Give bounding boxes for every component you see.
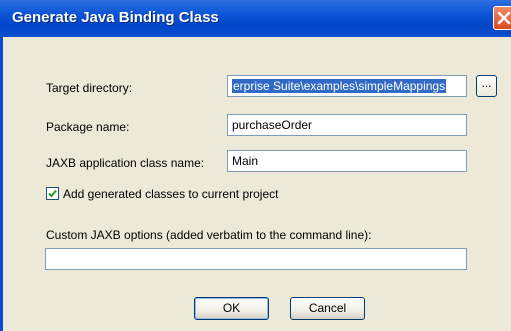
target-directory-value: erprise Suite\examples\simpleMappings xyxy=(232,79,447,93)
jaxb-class-label: JAXB application class name: xyxy=(46,156,205,170)
custom-options-field[interactable] xyxy=(45,248,467,270)
add-generated-checkbox[interactable] xyxy=(46,187,59,200)
window-border xyxy=(0,37,3,331)
package-name-label: Package name: xyxy=(46,120,130,134)
browse-button[interactable]: ... xyxy=(476,75,497,97)
package-name-value: purchaseOrder xyxy=(232,118,313,132)
cancel-button[interactable]: Cancel xyxy=(290,297,365,320)
target-directory-field[interactable]: erprise Suite\examples\simpleMappings xyxy=(227,75,467,97)
jaxb-class-value: Main xyxy=(232,154,259,168)
target-directory-label: Target directory: xyxy=(46,81,133,95)
checkmark-icon xyxy=(48,189,57,198)
add-generated-label[interactable]: Add generated classes to current project xyxy=(63,187,278,201)
package-name-field[interactable]: purchaseOrder xyxy=(227,114,467,136)
close-button[interactable] xyxy=(493,6,511,30)
custom-options-label: Custom JAXB options (added verbatim to t… xyxy=(46,228,372,242)
close-icon xyxy=(497,11,511,25)
window-title: Generate Java Binding Class xyxy=(12,9,219,26)
jaxb-class-field[interactable]: Main xyxy=(227,150,467,172)
title-bar[interactable]: Generate Java Binding Class xyxy=(0,0,511,37)
ok-button[interactable]: OK xyxy=(194,297,269,320)
